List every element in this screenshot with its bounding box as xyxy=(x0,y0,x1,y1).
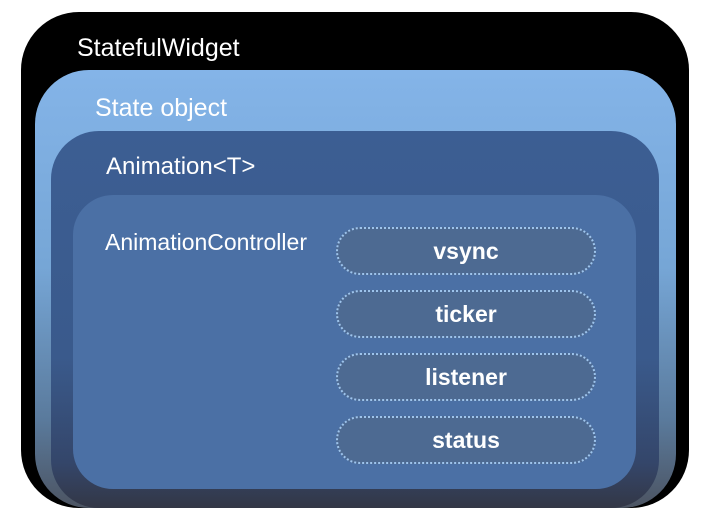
listener-pill: listener xyxy=(336,353,596,401)
ticker-pill: ticker xyxy=(336,290,596,338)
status-pill: status xyxy=(336,416,596,464)
animation-controller-label: AnimationController xyxy=(105,229,307,255)
animation-label: Animation<T> xyxy=(106,153,256,180)
vsync-pill: vsync xyxy=(336,227,596,275)
stateful-widget-label: StatefulWidget xyxy=(77,34,240,62)
state-object-label: State object xyxy=(95,94,228,122)
